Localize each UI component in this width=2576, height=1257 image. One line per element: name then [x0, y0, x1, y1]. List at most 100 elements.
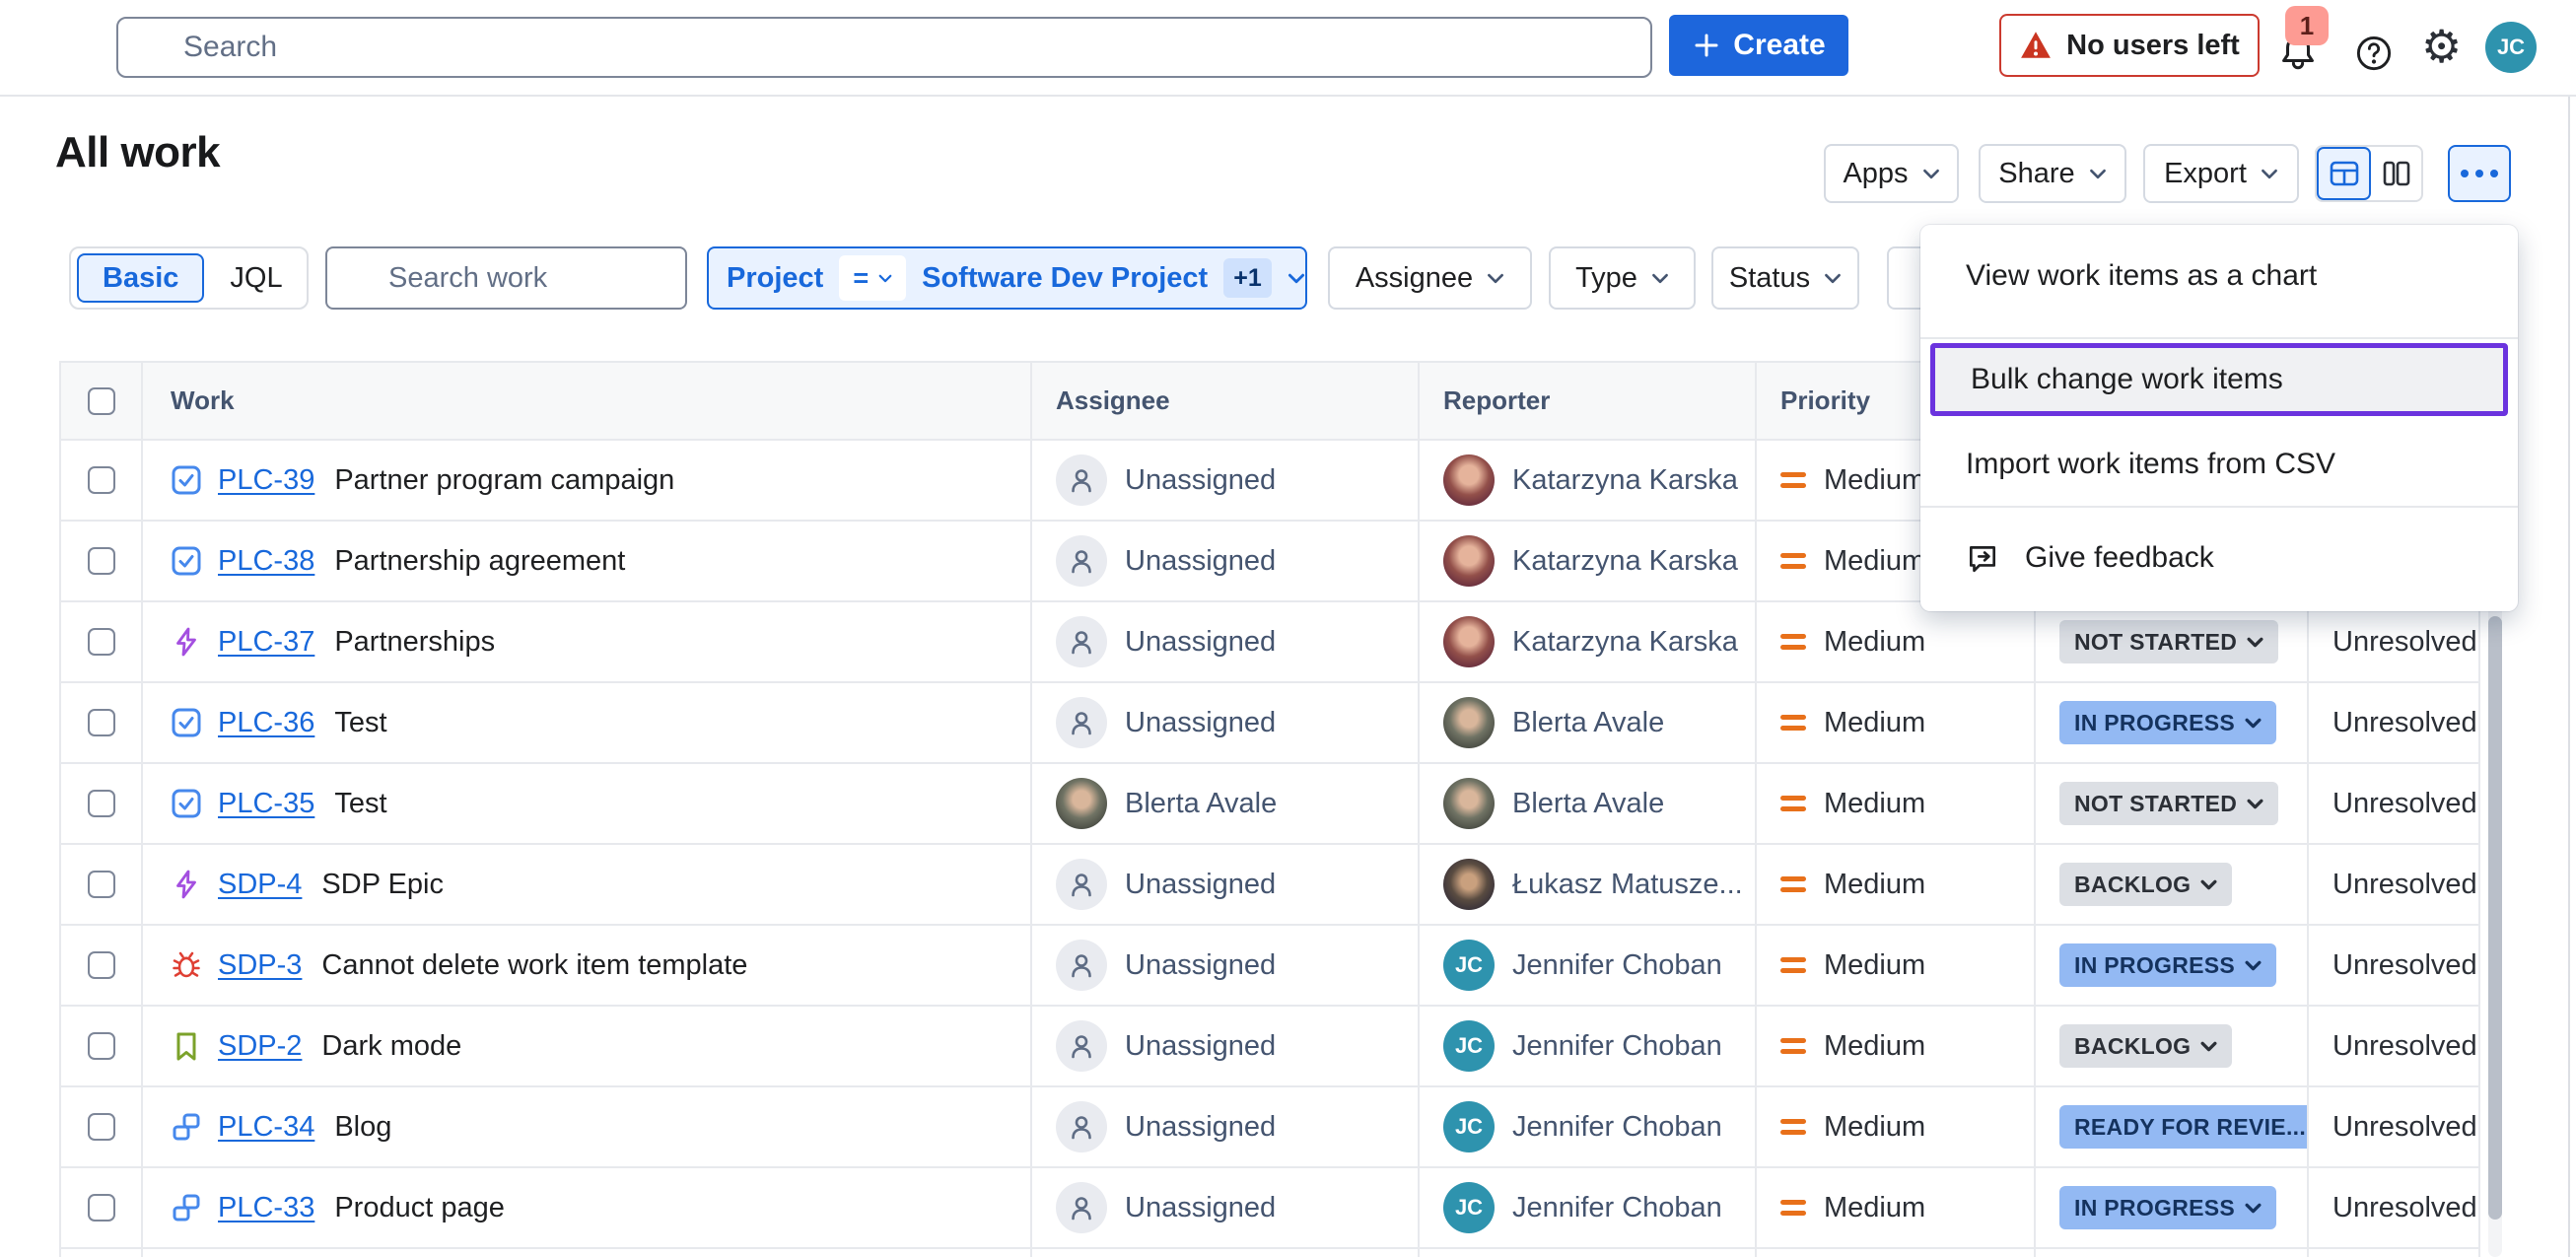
- priority-medium-icon: [1780, 957, 1806, 973]
- assignee-filter-button[interactable]: Assignee: [1328, 246, 1532, 310]
- reporter-avatar: [1443, 535, 1495, 587]
- work-item-key-link[interactable]: PLC-33: [218, 1192, 314, 1224]
- reporter-cell: Łukasz Matusze...: [1420, 845, 1757, 926]
- priority-value: Medium: [1824, 626, 1925, 659]
- table-view-icon: [2329, 158, 2360, 189]
- reporter-cell: Blerta Avale: [1420, 683, 1757, 764]
- settings-gear-icon[interactable]: ⚙: [2421, 24, 2462, 69]
- priority-value: Medium: [1824, 869, 1925, 901]
- work-item-key-link[interactable]: SDP-4: [218, 869, 302, 901]
- priority-value: Medium: [1824, 788, 1925, 820]
- table-row: PLC-34 Blog Unassigned JC Jennifer Choba…: [59, 1087, 2480, 1168]
- create-button[interactable]: Create: [1669, 15, 1848, 76]
- work-item-key-link[interactable]: PLC-38: [218, 545, 314, 578]
- chevron-down-icon: [2247, 637, 2263, 648]
- work-item-key-link[interactable]: PLC-39: [218, 464, 314, 497]
- column-header-work[interactable]: Work: [143, 361, 1032, 441]
- column-header-reporter[interactable]: Reporter: [1420, 361, 1757, 441]
- menu-item-give-feedback[interactable]: Give feedback: [1920, 514, 2518, 601]
- row-checkbox[interactable]: [88, 871, 115, 898]
- status-dropdown[interactable]: READY FOR REVIE...: [2059, 1105, 2309, 1149]
- apps-dropdown-button[interactable]: Apps: [1824, 144, 1959, 203]
- row-checkbox[interactable]: [88, 1032, 115, 1060]
- row-checkbox[interactable]: [88, 628, 115, 656]
- priority-value: Medium: [1824, 1030, 1925, 1063]
- resolution-cell: Unresolved: [2309, 1168, 2480, 1249]
- split-view-icon: [2381, 158, 2412, 189]
- reporter-avatar: JC: [1443, 1182, 1495, 1233]
- assignee-name: Unassigned: [1125, 626, 1276, 659]
- work-item-key-link[interactable]: PLC-35: [218, 788, 314, 820]
- row-checkbox[interactable]: [88, 790, 115, 817]
- table-view-toggle[interactable]: [2317, 147, 2371, 200]
- task-icon: [171, 464, 202, 496]
- more-actions-button[interactable]: [2448, 145, 2511, 202]
- row-checkbox[interactable]: [88, 1113, 115, 1141]
- basic-mode-button[interactable]: Basic: [77, 253, 204, 303]
- reporter-avatar: JC: [1443, 940, 1495, 991]
- work-item-key-link[interactable]: PLC-36: [218, 707, 314, 739]
- resolution-cell: Unresolved: [2309, 1087, 2480, 1168]
- status-dropdown[interactable]: IN PROGRESS: [2059, 943, 2276, 987]
- work-item-summary: Test: [334, 707, 386, 739]
- menu-item-import-csv[interactable]: Import work items from CSV: [1920, 423, 2518, 506]
- menu-separator: [1920, 337, 2518, 339]
- work-item-key-link[interactable]: PLC-34: [218, 1111, 314, 1144]
- select-all-checkbox[interactable]: [88, 387, 115, 415]
- project-filter-chip[interactable]: Project = Software Dev Project +1: [707, 246, 1307, 310]
- assignee-name: Unassigned: [1125, 949, 1276, 982]
- priority-cell: Medium: [1757, 1168, 2036, 1249]
- priority-cell: Medium: [1757, 764, 2036, 845]
- task-icon: [171, 788, 202, 819]
- status-dropdown[interactable]: IN PROGRESS: [2059, 1186, 2276, 1229]
- priority-medium-icon: [1780, 796, 1806, 811]
- project-operator-dropdown[interactable]: =: [839, 255, 906, 301]
- assignee-cell: Unassigned: [1032, 683, 1420, 764]
- reporter-avatar: JC: [1443, 1101, 1495, 1152]
- help-icon[interactable]: [2354, 34, 2394, 73]
- work-item-key-link[interactable]: PLC-37: [218, 626, 314, 659]
- user-avatar[interactable]: JC: [2485, 22, 2537, 73]
- menu-item-view-as-chart[interactable]: View work items as a chart: [1920, 233, 2518, 319]
- row-checkbox[interactable]: [88, 951, 115, 979]
- work-cell: PLC-34 Blog: [143, 1087, 1032, 1168]
- row-select-cell: [59, 602, 143, 683]
- global-search-input[interactable]: [116, 17, 1652, 78]
- chevron-down-icon: [2200, 1041, 2217, 1052]
- assignee-cell: Unassigned: [1032, 602, 1420, 683]
- status-dropdown[interactable]: IN PROGRESS: [2059, 701, 2276, 744]
- row-checkbox[interactable]: [88, 1194, 115, 1222]
- menu-item-bulk-change[interactable]: Bulk change work items: [1930, 343, 2508, 416]
- type-filter-button[interactable]: Type: [1549, 246, 1696, 310]
- priority-value: Medium: [1824, 545, 1925, 578]
- work-search-input[interactable]: [325, 246, 687, 310]
- row-checkbox[interactable]: [88, 547, 115, 575]
- no-users-left-button[interactable]: No users left: [1999, 14, 2260, 77]
- priority-medium-icon: [1780, 553, 1806, 569]
- resolution-value: Unresolved: [2332, 1192, 2477, 1224]
- assignee-avatar: [1056, 778, 1107, 829]
- status-cell: NOT STARTED: [2036, 602, 2309, 683]
- work-item-key-link[interactable]: SDP-2: [218, 1030, 302, 1063]
- table-scrollbar-thumb[interactable]: [2488, 616, 2502, 1220]
- jql-mode-button[interactable]: JQL: [208, 262, 304, 295]
- priority-value: Medium: [1824, 464, 1925, 497]
- table-row: SDP-4 SDP Epic Unassigned Łukasz Matusze…: [59, 845, 2480, 926]
- work-cell: PLC-39 Partner program campaign: [143, 441, 1032, 522]
- table-row: PLC-37 Partnerships Unassigned Katarzyna…: [59, 602, 2480, 683]
- reporter-avatar: JC: [1443, 1020, 1495, 1072]
- status-dropdown[interactable]: NOT STARTED: [2059, 620, 2278, 663]
- column-header-assignee[interactable]: Assignee: [1032, 361, 1420, 441]
- status-dropdown[interactable]: BACKLOG: [2059, 1024, 2232, 1068]
- status-dropdown[interactable]: BACKLOG: [2059, 863, 2232, 906]
- work-item-key-link[interactable]: SDP-3: [218, 949, 302, 982]
- share-dropdown-button[interactable]: Share: [1979, 144, 2126, 203]
- detail-view-toggle[interactable]: [2371, 147, 2421, 200]
- row-checkbox[interactable]: [88, 466, 115, 494]
- status-cell: BACKLOG: [2036, 845, 2309, 926]
- status-dropdown[interactable]: NOT STARTED: [2059, 782, 2278, 825]
- export-dropdown-button[interactable]: Export: [2143, 144, 2299, 203]
- status-filter-button[interactable]: Status: [1711, 246, 1859, 310]
- reporter-name: Katarzyna Karska: [1512, 464, 1738, 497]
- row-checkbox[interactable]: [88, 709, 115, 736]
